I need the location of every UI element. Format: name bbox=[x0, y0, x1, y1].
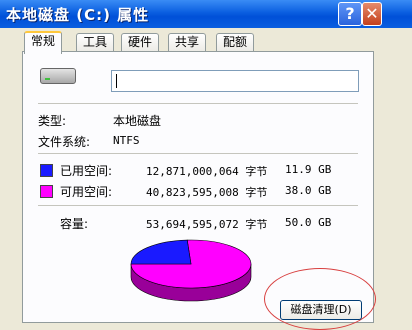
used-space-bytes: 12,871,000,064 字节 bbox=[146, 165, 268, 178]
capacity-size: 50.0 GB bbox=[285, 216, 332, 229]
tab-hardware[interactable]: 硬件 bbox=[121, 33, 160, 51]
disk-usage-pie-chart bbox=[130, 239, 252, 302]
hard-drive-icon bbox=[40, 68, 76, 84]
free-color-swatch bbox=[40, 185, 53, 198]
drive-name-input[interactable] bbox=[111, 70, 359, 92]
close-button[interactable]: ✕ bbox=[362, 2, 382, 26]
free-space-label: 可用空间: bbox=[60, 185, 113, 199]
filesystem-label: 文件系统: bbox=[38, 135, 91, 149]
type-value: 本地磁盘 bbox=[113, 114, 162, 128]
help-button[interactable]: ? bbox=[338, 2, 362, 26]
used-space-label: 已用空间: bbox=[60, 164, 113, 178]
used-color-swatch bbox=[40, 164, 53, 177]
type-label: 类型: bbox=[38, 114, 67, 128]
title-bar: 本地磁盘 (C:) 属性 ? ✕ bbox=[0, 0, 412, 28]
text-caret bbox=[116, 74, 117, 88]
capacity-label: 容量: bbox=[60, 217, 89, 231]
divider bbox=[38, 205, 358, 206]
capacity-bytes: 53,694,595,072 字节 bbox=[146, 218, 268, 231]
annotation-circle bbox=[264, 268, 376, 330]
divider bbox=[38, 153, 358, 154]
filesystem-value: NTFS bbox=[113, 134, 140, 147]
window-title: 本地磁盘 (C:) 属性 bbox=[6, 6, 150, 24]
tab-quota[interactable]: 配额 bbox=[216, 33, 255, 51]
pie-slice-used bbox=[130, 239, 192, 265]
divider bbox=[38, 103, 358, 104]
used-space-size: 11.9 GB bbox=[285, 163, 332, 176]
tab-general[interactable]: 常规 bbox=[24, 31, 63, 54]
disk-cleanup-button[interactable]: 磁盘清理(D) bbox=[280, 300, 362, 320]
tab-sharing[interactable]: 共享 bbox=[168, 33, 207, 51]
free-space-bytes: 40,823,595,008 字节 bbox=[146, 186, 268, 199]
tab-tools[interactable]: 工具 bbox=[76, 33, 115, 51]
free-space-size: 38.0 GB bbox=[285, 184, 332, 197]
